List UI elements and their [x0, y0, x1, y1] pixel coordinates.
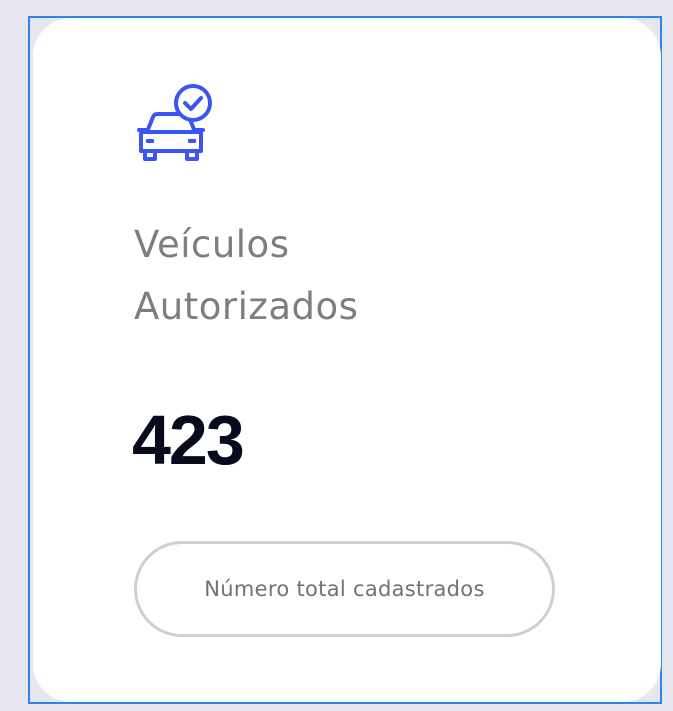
- card-title: Veículos Autorizados: [134, 214, 358, 338]
- car-checkmark-icon: [137, 84, 212, 161]
- vehicle-count: 423: [132, 401, 245, 479]
- card-title-line-2: Autorizados: [134, 285, 359, 328]
- total-registered-pill[interactable]: Número total cadastrados: [134, 541, 555, 637]
- authorized-vehicles-card: Veículos Autorizados 423 Número total ca…: [33, 18, 661, 702]
- card-title-line-1: Veículos: [134, 223, 290, 266]
